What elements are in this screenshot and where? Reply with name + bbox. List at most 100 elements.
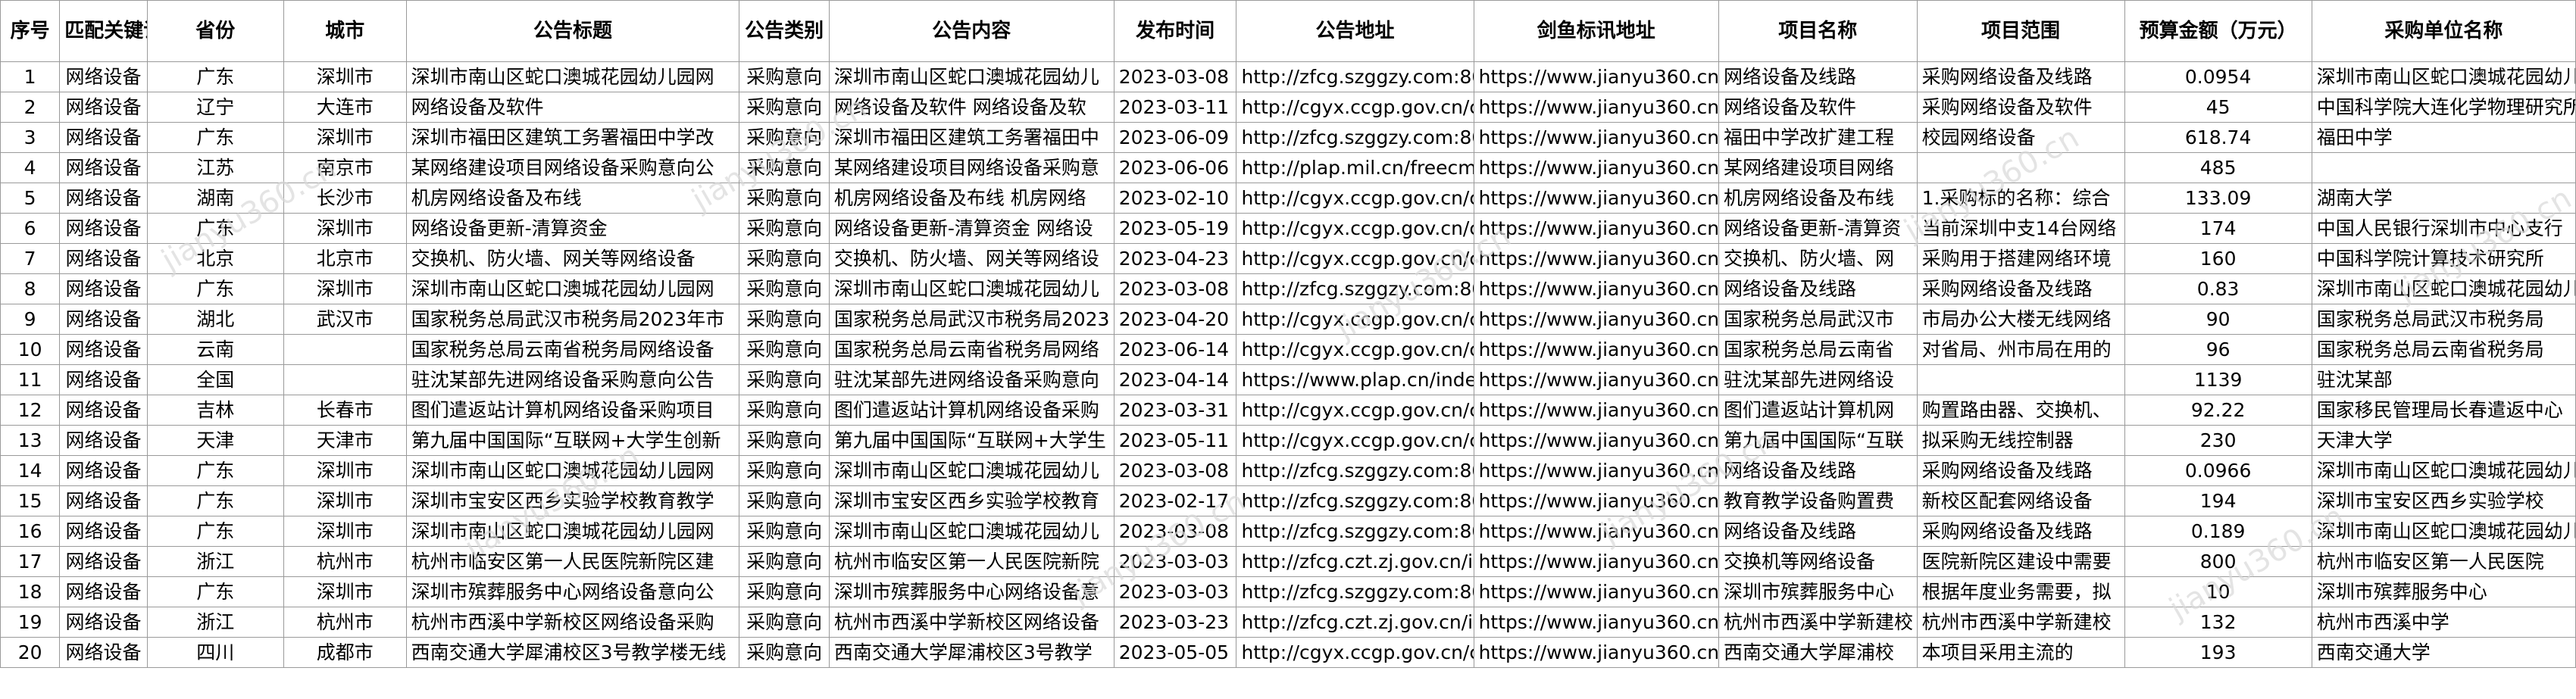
table-cell: 采购意向 [739, 607, 830, 638]
table-cell[interactable]: http://cgyx.ccgp.gov.cn/cgy [1236, 425, 1474, 456]
column-header[interactable]: 项目名称 [1718, 0, 1918, 62]
table-cell: 西南交通大学犀浦校 [1718, 637, 1918, 668]
table-cell: 10 [2124, 576, 2312, 607]
column-header[interactable]: 预算金额（万元） [2124, 0, 2312, 62]
table-row[interactable]: 12 网络设备 吉林 长春市 图们遣返站计算机网络设备采购项目 采购意向 图们遣返站计算机网… [0, 395, 2576, 426]
table-cell: 90 [2124, 304, 2312, 335]
table-cell[interactable]: https://www.jianyu360.cn/ar [1473, 485, 1719, 516]
table-cell[interactable]: http://zfcg.szggzy.com:8081 [1236, 273, 1474, 304]
table-cell[interactable]: http://plap.mil.cn/freecms/si [1236, 152, 1474, 183]
table-cell [1916, 152, 2125, 183]
table-cell[interactable]: http://zfcg.szggzy.com:8081 [1236, 485, 1474, 516]
table-row[interactable]: 2 网络设备 辽宁 大连市 网络设备及软件 采购意向 网络设备及软件 网络设备及软 2023-… [0, 92, 2576, 123]
column-header[interactable]: 公告类别 [739, 0, 830, 62]
table-cell: 市局办公大楼无线网络 [1916, 304, 2125, 335]
table-cell[interactable]: http://cgyx.ccgp.gov.cn/cgy [1236, 243, 1474, 274]
table-row[interactable]: 11 网络设备 全国 驻沈某部先进网络设备采购意向公告 采购意向 驻沈某部先进网络设备采购… [0, 364, 2576, 395]
table-cell[interactable]: https://www.jianyu360.cn/ar [1473, 243, 1719, 274]
table-cell[interactable]: https://www.jianyu360.cn/ar [1473, 395, 1719, 426]
table-cell: 西南交通大学犀浦校区3号教学 [828, 637, 1114, 668]
table-cell: 深圳市 [283, 61, 407, 92]
table-cell[interactable]: http://zfcg.szggzy.com:8081 [1236, 61, 1474, 92]
table-cell[interactable]: http://zfcg.szggzy.com:8081 [1236, 576, 1474, 607]
table-cell[interactable]: http://zfcg.czt.zj.gov.cn/inn [1236, 607, 1474, 638]
table-cell: 第九届中国国际“互联网+大学生创新 [405, 425, 740, 456]
table-cell: 网络设备 [59, 576, 148, 607]
column-header[interactable]: 公告内容 [828, 0, 1114, 62]
table-row[interactable]: 19 网络设备 浙江 杭州市 杭州市西溪中学新校区网络设备采购 采购意向 杭州市西溪中学新校… [0, 607, 2576, 638]
table-cell[interactable]: http://cgyx.ccgp.gov.cn/cgy [1236, 213, 1474, 244]
column-header[interactable]: 发布时间 [1113, 0, 1237, 62]
table-cell: 采购网络设备及线路 [1916, 273, 2125, 304]
column-header[interactable]: 公告标题 [405, 0, 740, 62]
table-cell: 深圳市殡葬服务中心网络设备意 [828, 576, 1114, 607]
table-cell[interactable]: https://www.jianyu360.cn/ar [1473, 425, 1719, 456]
table-cell[interactable]: http://zfcg.czt.zj.gov.cn/inn [1236, 546, 1474, 577]
column-header[interactable]: 省份 [146, 0, 284, 62]
table-cell[interactable]: https://www.jianyu360.cn/ar [1473, 304, 1719, 335]
table-cell: 采购网络设备及线路 [1916, 61, 2125, 92]
table-cell[interactable]: https://www.jianyu360.cn/ar [1473, 183, 1719, 214]
table-cell[interactable]: http://zfcg.szggzy.com:8081 [1236, 516, 1474, 547]
table-cell: 广东 [146, 485, 284, 516]
table-cell[interactable]: http://cgyx.ccgp.gov.cn/cgy [1236, 304, 1474, 335]
table-row[interactable]: 13 网络设备 天津 天津市 第九届中国国际“互联网+大学生创新 采购意向 第九届中国国际“… [0, 425, 2576, 456]
table-cell[interactable]: https://www.jianyu360.cn/ar [1473, 637, 1719, 668]
table-row[interactable]: 5 网络设备 湖南 长沙市 机房网络设备及布线 采购意向 机房网络设备及布线 机房网络 202… [0, 183, 2576, 214]
table-cell[interactable]: https://www.jianyu360.cn/ar [1473, 576, 1719, 607]
table-row[interactable]: 10 网络设备 云南 国家税务总局云南省税务局网络设备 采购意向 国家税务总局云南省税务局… [0, 334, 2576, 365]
column-header[interactable]: 城市 [283, 0, 407, 62]
table-row[interactable]: 16 网络设备 广东 深圳市 深圳市南山区蛇口澳城花园幼儿园网 采购意向 深圳市南山区蛇口澳… [0, 516, 2576, 547]
table-cell[interactable]: http://cgyx.ccgp.gov.cn/cgy [1236, 637, 1474, 668]
table-cell[interactable]: https://www.jianyu360.cn/ar [1473, 273, 1719, 304]
column-header[interactable]: 公告地址 [1236, 0, 1474, 62]
table-cell[interactable]: http://cgyx.ccgp.gov.cn/cgy [1236, 395, 1474, 426]
table-cell[interactable]: http://zfcg.szggzy.com:8081 [1236, 455, 1474, 486]
table-cell[interactable]: http://zfcg.szggzy.com:8081 [1236, 122, 1474, 153]
table-cell[interactable]: http://cgyx.ccgp.gov.cn/cgy [1236, 92, 1474, 123]
table-row[interactable]: 6 网络设备 广东 深圳市 网络设备更新-清算资金 采购意向 网络设备更新-清算资金 网络设… [0, 213, 2576, 244]
table-cell: 深圳市 [283, 273, 407, 304]
table-row[interactable]: 18 网络设备 广东 深圳市 深圳市殡葬服务中心网络设备意向公 采购意向 深圳市殡葬服务中心… [0, 576, 2576, 607]
table-cell: 天津大学 [2311, 425, 2576, 456]
table-cell: 17 [0, 546, 61, 577]
table-row[interactable]: 1 网络设备 广东 深圳市 深圳市南山区蛇口澳城花园幼儿园网 采购意向 深圳市南山区蛇口澳城… [0, 61, 2576, 92]
table-cell: 图们遣返站计算机网络设备采购 [828, 395, 1114, 426]
table-cell[interactable]: https://www.jianyu360.cn/ar [1473, 152, 1719, 183]
table-row[interactable]: 4 网络设备 江苏 南京市 某网络建设项目网络设备采购意向公 采购意向 某网络建设项目网络设… [0, 152, 2576, 183]
table-cell[interactable]: https://www.jianyu360.cn/ar [1473, 92, 1719, 123]
column-header[interactable]: 匹配关键词 [59, 0, 148, 62]
table-cell: 湖北 [146, 304, 284, 335]
table-row[interactable]: 15 网络设备 广东 深圳市 深圳市宝安区西乡实验学校教育教学 采购意向 深圳市宝安区西乡实… [0, 485, 2576, 516]
table-cell: 网络设备更新-清算资 [1718, 213, 1918, 244]
table-cell[interactable]: https://www.jianyu360.cn/ar [1473, 364, 1719, 395]
table-cell[interactable]: https://www.jianyu360.cn/ar [1473, 122, 1719, 153]
table-cell[interactable]: https://www.jianyu360.cn/ar [1473, 334, 1719, 365]
table-cell[interactable]: http://cgyx.ccgp.gov.cn/cgy [1236, 334, 1474, 365]
column-header[interactable]: 采购单位名称 [2311, 0, 2576, 62]
table-cell: 深圳市 [283, 576, 407, 607]
table-row[interactable]: 8 网络设备 广东 深圳市 深圳市南山区蛇口澳城花园幼儿园网 采购意向 深圳市南山区蛇口澳城… [0, 273, 2576, 304]
table-row[interactable]: 7 网络设备 北京 北京市 交换机、防火墙、网关等网络设备 采购意向 交换机、防火墙、网关等… [0, 243, 2576, 274]
column-header[interactable]: 项目范围 [1916, 0, 2125, 62]
table-row[interactable]: 14 网络设备 广东 深圳市 深圳市南山区蛇口澳城花园幼儿园网 采购意向 深圳市南山区蛇口澳… [0, 455, 2576, 486]
table-row[interactable]: 20 网络设备 四川 成都市 西南交通大学犀浦校区3号教学楼无线 采购意向 西南交通大学犀浦… [0, 637, 2576, 668]
table-row[interactable]: 9 网络设备 湖北 武汉市 国家税务总局武汉市税务局2023年市 采购意向 国家税务总局武汉… [0, 304, 2576, 335]
table-cell[interactable]: https://www.plap.cn/index/ [1236, 364, 1474, 395]
table-cell: 2023-04-20 [1113, 304, 1237, 335]
table-row[interactable]: 17 网络设备 浙江 杭州市 杭州市临安区第一人民医院新院区建 采购意向 杭州市临安区第一人… [0, 546, 2576, 577]
table-cell: 深圳市 [283, 213, 407, 244]
table-cell: 成都市 [283, 637, 407, 668]
table-cell[interactable]: http://cgyx.ccgp.gov.cn/cgy [1236, 183, 1474, 214]
column-header[interactable]: 剑鱼标讯地址 [1473, 0, 1719, 62]
table-cell[interactable]: https://www.jianyu360.cn/ar [1473, 546, 1719, 577]
table-cell[interactable]: https://www.jianyu360.cn/ar [1473, 61, 1719, 92]
table-cell: 采购意向 [739, 152, 830, 183]
table-row[interactable]: 3 网络设备 广东 深圳市 深圳市福田区建筑工务署福田中学改 采购意向 深圳市福田区建筑工务… [0, 122, 2576, 153]
table-cell[interactable]: https://www.jianyu360.cn/ar [1473, 516, 1719, 547]
table-cell: 2023-05-05 [1113, 637, 1237, 668]
column-header[interactable]: 序号 [0, 0, 61, 62]
table-cell[interactable]: https://www.jianyu360.cn/ar [1473, 213, 1719, 244]
table-cell[interactable]: https://www.jianyu360.cn/ar [1473, 607, 1719, 638]
table-cell[interactable]: https://www.jianyu360.cn/ar [1473, 455, 1719, 486]
